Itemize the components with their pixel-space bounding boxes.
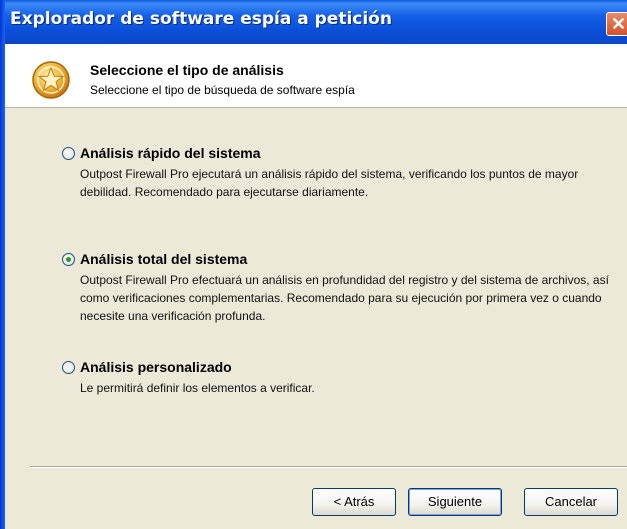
- option-description: Le permitirá definir los elementos a ver…: [80, 381, 315, 395]
- wizard-window: Explorador de software espía a petición …: [0, 0, 627, 529]
- back-button[interactable]: < Atrás: [312, 488, 396, 516]
- radio-quick-scan[interactable]: [62, 147, 75, 160]
- button-separator: [30, 466, 627, 468]
- option-label[interactable]: Análisis total del sistema: [80, 251, 247, 267]
- radio-custom-scan[interactable]: [62, 361, 75, 374]
- option-description: Outpost Firewall Pro ejecutará un anális…: [80, 167, 579, 199]
- next-button[interactable]: Siguiente: [408, 488, 502, 516]
- header-subtitle: Seleccione el tipo de búsqueda de softwa…: [90, 83, 355, 97]
- header-title: Seleccione el tipo de análisis: [90, 62, 284, 78]
- option-label[interactable]: Análisis personalizado: [80, 359, 232, 375]
- option-description: Outpost Firewall Pro efectuará un anális…: [80, 273, 609, 323]
- star-shield-icon: [32, 61, 70, 99]
- close-icon: ✕: [611, 14, 627, 34]
- cancel-button[interactable]: Cancelar: [524, 488, 618, 516]
- title-bar[interactable]: Explorador de software espía a petición …: [0, 0, 627, 44]
- window-title: Explorador de software espía a petición: [10, 9, 392, 29]
- radio-full-scan[interactable]: [62, 253, 75, 266]
- option-label[interactable]: Análisis rápido del sistema: [80, 145, 261, 161]
- close-button[interactable]: ✕: [606, 12, 627, 36]
